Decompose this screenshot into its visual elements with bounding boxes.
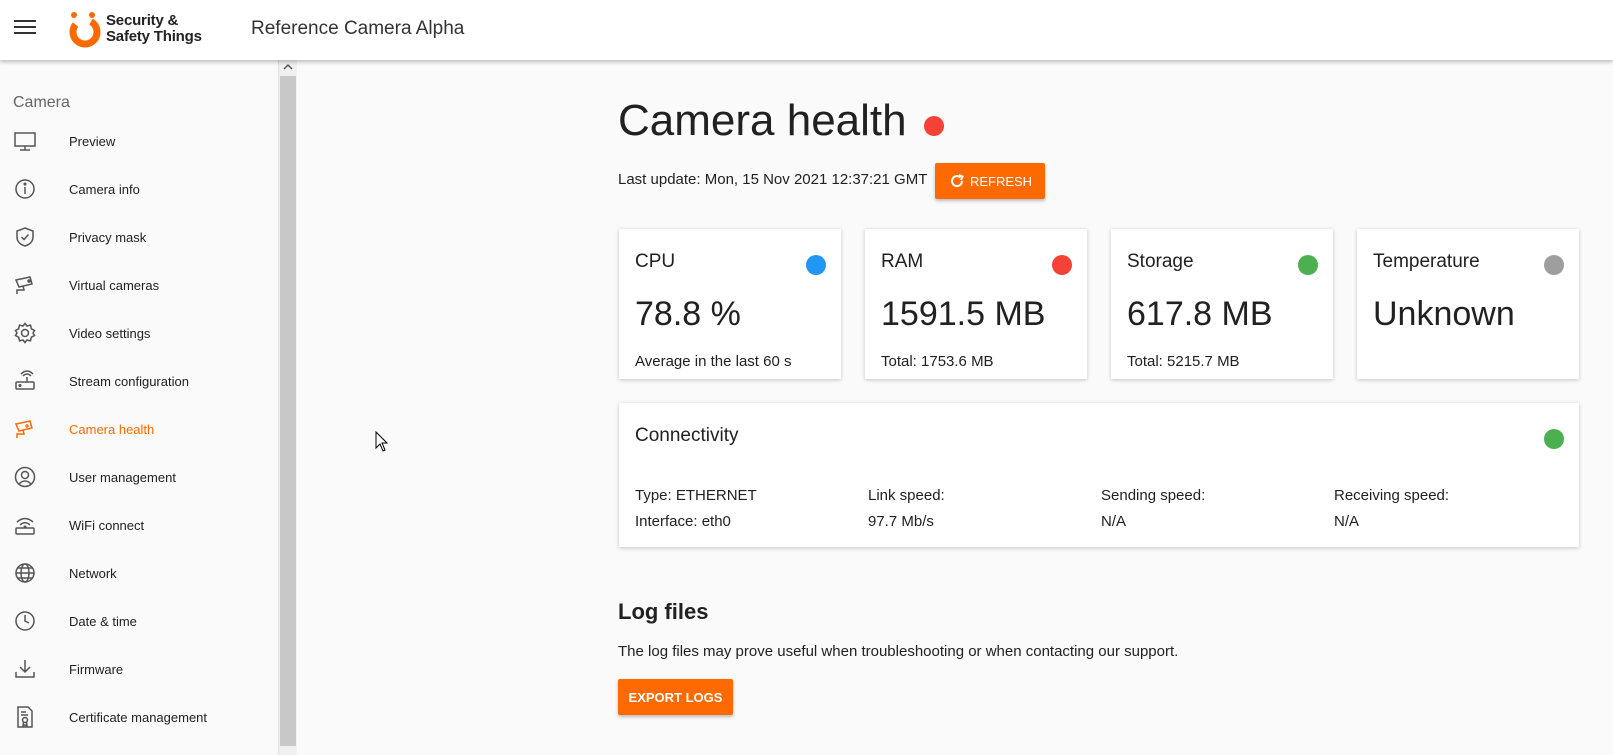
connectivity-card: Connectivity Type: ETHERNET Interface: e… (619, 403, 1579, 547)
temperature-status-dot (1544, 255, 1564, 275)
link-speed-label: Link speed: (868, 487, 945, 504)
cpu-value: 78.8 % (635, 295, 741, 333)
temperature-title: Temperature (1373, 251, 1480, 272)
download-icon (15, 660, 35, 678)
sidebar-item-label: Firmware (69, 661, 124, 677)
log-files-title: Log files (618, 599, 709, 624)
cctv-icon (14, 276, 33, 294)
monitor-icon (14, 132, 36, 151)
clock-icon (15, 611, 35, 631)
app-header: Security & Safety Things Reference Camer… (0, 0, 1613, 60)
sidebar-item-privacy-mask[interactable]: Privacy mask (0, 217, 279, 257)
sidebar-item-preview[interactable]: Preview (0, 121, 279, 161)
cpu-status-dot (806, 255, 826, 275)
app-title: Reference Camera Alpha (251, 18, 465, 39)
user-icon (14, 466, 36, 488)
refresh-button-label: REFRESH (969, 173, 1033, 189)
sidebar-item-certificate-management[interactable]: Certificate management (0, 697, 279, 737)
ram-status-dot (1052, 255, 1072, 275)
sidebar: Camera Preview Camera info Privacy mask … (0, 60, 279, 755)
sidebar-item-label: Date & time (69, 613, 137, 629)
shield-icon (16, 227, 34, 247)
sidebar-item-label: Video settings (69, 325, 151, 341)
gear-icon (14, 322, 36, 344)
camera-health-icon (14, 420, 33, 438)
connectivity-type: Type: ETHERNET (635, 487, 757, 504)
log-files-description: The log files may prove useful when trou… (618, 643, 1179, 660)
sidebar-item-stream-configuration[interactable]: Stream configuration (0, 361, 279, 401)
sidebar-item-label: Camera health (69, 421, 155, 437)
menu-icon[interactable] (14, 20, 36, 38)
sidebar-item-date-time[interactable]: Date & time (0, 601, 279, 641)
sidebar-item-label: Virtual cameras (69, 277, 160, 293)
sidebar-item-network[interactable]: Network (0, 553, 279, 593)
sidebar-item-label: Stream configuration (69, 373, 189, 389)
connectivity-title: Connectivity (635, 425, 739, 446)
refresh-icon (950, 174, 964, 188)
storage-subtext: Total: 5215.7 MB (1127, 353, 1240, 370)
sidebar-item-video-settings[interactable]: Video settings (0, 313, 279, 353)
ram-title: RAM (881, 251, 924, 272)
storage-title: Storage (1127, 251, 1194, 272)
camera-health-status-dot (924, 116, 944, 136)
link-speed-column: Link speed: 97.7 Mb/s (868, 483, 945, 535)
mouse-cursor-icon (375, 431, 389, 452)
sidebar-item-label: Camera info (69, 181, 140, 197)
refresh-button[interactable]: REFRESH (935, 163, 1045, 199)
sending-speed-value: N/A (1101, 513, 1127, 530)
sending-speed-column: Sending speed: N/A (1101, 483, 1205, 535)
cpu-card: CPU 78.8 % Average in the last 60 s (619, 229, 841, 379)
sidebar-item-label: User management (69, 469, 176, 485)
sidebar-item-camera-health[interactable]: Camera health (0, 409, 279, 449)
sidebar-item-label: Network (69, 565, 117, 581)
globe-icon (15, 563, 35, 583)
export-logs-button[interactable]: EXPORT LOGS (618, 679, 733, 715)
connectivity-status-dot (1544, 429, 1564, 449)
link-speed-value: 97.7 Mb/s (868, 513, 934, 530)
page-title: Camera health (618, 96, 907, 145)
logo-icon (69, 12, 101, 48)
sidebar-item-camera-info[interactable]: Camera info (0, 169, 279, 209)
connectivity-interface: Interface: eth0 (635, 513, 731, 530)
info-icon (15, 179, 35, 199)
cpu-title: CPU (635, 251, 676, 272)
sidebar-item-label: Preview (69, 133, 116, 149)
receiving-speed-label: Receiving speed: (1334, 487, 1450, 504)
sidebar-item-user-management[interactable]: User management (0, 457, 279, 497)
sidebar-item-virtual-cameras[interactable]: Virtual cameras (0, 265, 279, 305)
wifi-icon (15, 517, 35, 535)
storage-status-dot (1298, 255, 1318, 275)
connectivity-type-column: Type: ETHERNET Interface: eth0 (635, 483, 757, 535)
ram-value: 1591.5 MB (881, 295, 1046, 333)
temperature-card: Temperature Unknown (1357, 229, 1579, 379)
router-icon (15, 370, 35, 390)
sending-speed-label: Sending speed: (1101, 487, 1206, 504)
sidebar-item-wifi-connect[interactable]: WiFi connect (0, 505, 279, 545)
sidebar-item-label: Privacy mask (69, 229, 147, 245)
storage-card: Storage 617.8 MB Total: 5215.7 MB (1111, 229, 1333, 379)
sidebar-item-label: WiFi connect (69, 517, 145, 533)
scroll-up-icon[interactable] (282, 61, 294, 73)
ram-card: RAM 1591.5 MB Total: 1753.6 MB (865, 229, 1087, 379)
sidebar-scrollbar-thumb[interactable] (280, 76, 296, 746)
receiving-speed-column: Receiving speed: N/A (1334, 483, 1449, 535)
logo-text: Security & Safety Things (106, 12, 202, 45)
logo: Security & Safety Things (68, 10, 202, 48)
sidebar-item-firmware[interactable]: Firmware (0, 649, 279, 689)
last-update-text: Last update: Mon, 15 Nov 2021 12:37:21 G… (618, 171, 928, 188)
temperature-value: Unknown (1373, 295, 1515, 333)
certificate-icon (17, 706, 33, 728)
receiving-speed-value: N/A (1334, 513, 1360, 530)
storage-value: 617.8 MB (1127, 295, 1273, 333)
cpu-subtext: Average in the last 60 s (635, 353, 792, 370)
sidebar-item-label: Certificate management (69, 709, 208, 725)
ram-subtext: Total: 1753.6 MB (881, 353, 994, 370)
sidebar-section-title: Camera (13, 94, 70, 111)
